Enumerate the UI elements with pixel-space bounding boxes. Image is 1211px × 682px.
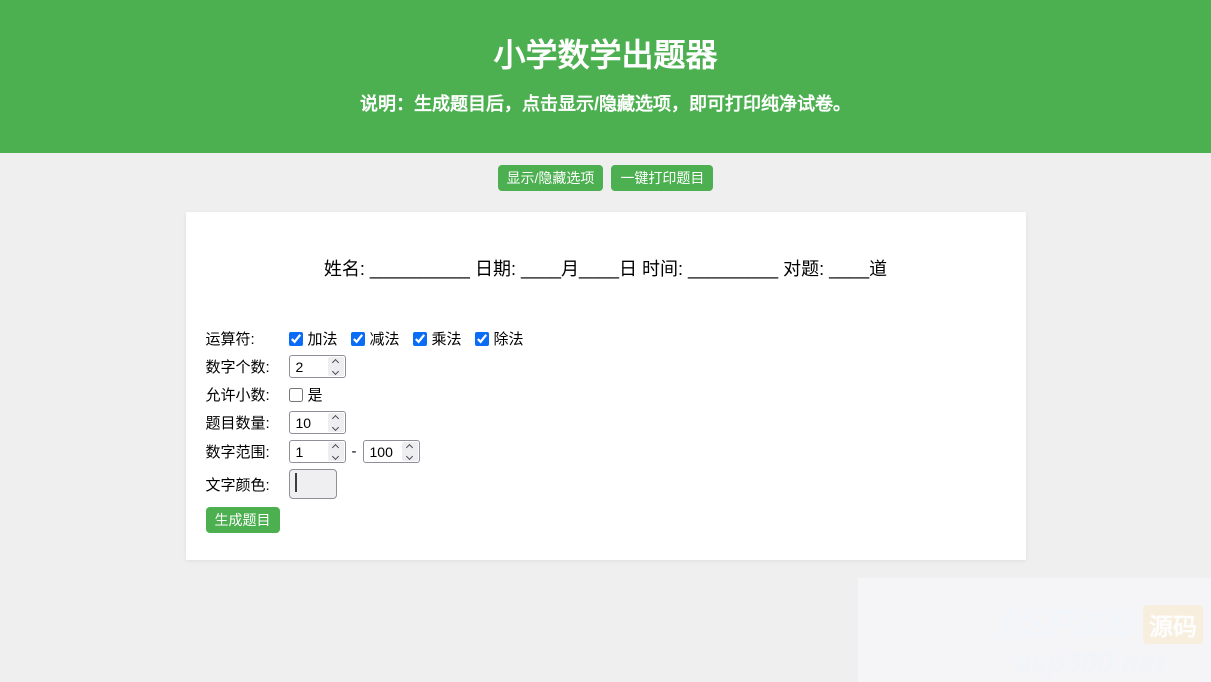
- range-min-field: [289, 440, 346, 463]
- operators-label: 运算符:: [206, 328, 289, 349]
- watermark-brand-line: ASP300 源码: [858, 602, 1211, 647]
- spinner-down-icon: [332, 424, 339, 431]
- multiplication-label: 乘法: [432, 328, 462, 349]
- spinner-up-icon: [332, 359, 339, 366]
- toggle-options-button[interactable]: 显示/隐藏选项: [498, 165, 604, 191]
- spinner-down-icon: [332, 453, 339, 460]
- number-range-row: 数字范围: -: [206, 440, 1006, 463]
- spinner-down-icon: [406, 453, 413, 460]
- text-color-label: 文字颜色:: [206, 474, 289, 495]
- spinner-up-icon: [406, 444, 413, 451]
- operators-row: 运算符: 加法 减法 乘法 除法: [206, 328, 1006, 349]
- page-subtitle: 说明：生成题目后，点击显示/隐藏选项，即可打印纯净试卷。: [0, 94, 1211, 116]
- watermark-site: asp300.net: [858, 647, 1211, 680]
- allow-decimal-option[interactable]: 是: [289, 384, 323, 405]
- question-count-row: 题目数量:: [206, 411, 1006, 434]
- spinner-down-icon: [332, 368, 339, 375]
- question-count-field: [289, 411, 346, 434]
- page-title: 小学数学出题器: [0, 37, 1211, 74]
- operator-addition[interactable]: 加法: [289, 328, 338, 349]
- generate-row: 生成题目: [206, 507, 1006, 533]
- addition-label: 加法: [308, 328, 338, 349]
- range-max-field: [363, 440, 420, 463]
- app-header: 小学数学出题器 说明：生成题目后，点击显示/隐藏选项，即可打印纯净试卷。: [0, 0, 1211, 153]
- division-checkbox[interactable]: [475, 332, 489, 346]
- question-count-spinner[interactable]: [328, 413, 344, 432]
- question-count-label: 题目数量:: [206, 412, 289, 433]
- watermark-brand: ASP300: [996, 602, 1133, 647]
- watermark-badge: 源码: [1143, 605, 1203, 644]
- color-swatch: [295, 473, 297, 492]
- range-separator: -: [352, 443, 357, 460]
- worksheet-card: 姓名: __________ 日期: ____月____日 时间: ______…: [186, 212, 1026, 560]
- text-color-row: 文字颜色:: [206, 469, 1006, 499]
- digit-count-field: [289, 355, 346, 378]
- site-watermark: ASP300 源码 asp300.net: [858, 578, 1211, 682]
- allow-decimal-row: 允许小数: 是: [206, 384, 1006, 405]
- toolbar: 显示/隐藏选项 一键打印题目: [0, 165, 1211, 191]
- number-range-label: 数字范围:: [206, 441, 289, 462]
- generator-form: 运算符: 加法 减法 乘法 除法 数字个数:: [206, 328, 1006, 533]
- text-color-picker[interactable]: [289, 469, 337, 499]
- spinner-up-icon: [332, 444, 339, 451]
- paper-header-line: 姓名: __________ 日期: ____月____日 时间: ______…: [206, 255, 1006, 281]
- allow-decimal-option-label: 是: [308, 384, 323, 405]
- range-max-spinner[interactable]: [402, 442, 418, 461]
- addition-checkbox[interactable]: [289, 332, 303, 346]
- generate-button[interactable]: 生成题目: [206, 507, 280, 533]
- print-button[interactable]: 一键打印题目: [611, 165, 713, 191]
- operator-multiplication[interactable]: 乘法: [413, 328, 462, 349]
- subtraction-checkbox[interactable]: [351, 332, 365, 346]
- allow-decimal-checkbox[interactable]: [289, 388, 303, 402]
- division-label: 除法: [494, 328, 524, 349]
- digit-count-row: 数字个数:: [206, 355, 1006, 378]
- digit-count-spinner[interactable]: [328, 357, 344, 376]
- range-min-spinner[interactable]: [328, 442, 344, 461]
- subtraction-label: 减法: [370, 328, 400, 349]
- spinner-up-icon: [332, 415, 339, 422]
- allow-decimal-label: 允许小数:: [206, 384, 289, 405]
- operator-subtraction[interactable]: 减法: [351, 328, 400, 349]
- multiplication-checkbox[interactable]: [413, 332, 427, 346]
- operator-division[interactable]: 除法: [475, 328, 524, 349]
- digit-count-label: 数字个数:: [206, 356, 289, 377]
